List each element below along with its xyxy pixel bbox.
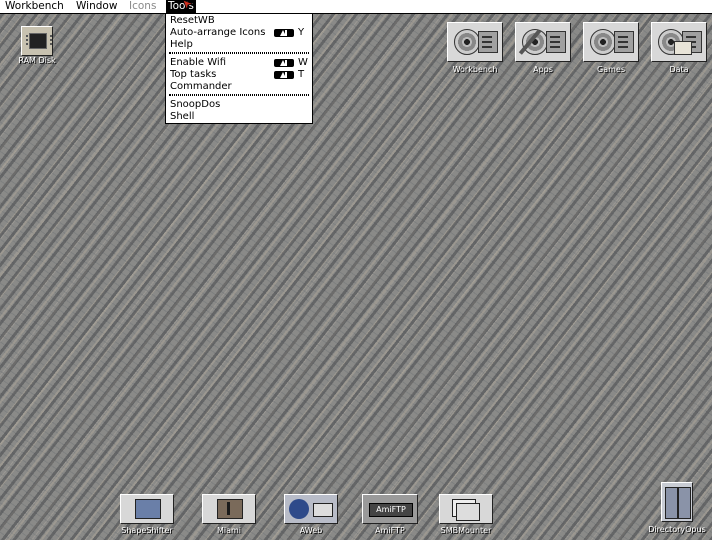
menu-item-top-tasks[interactable]: Top tasks [170,69,216,81]
menu-bar: Workbench Window Icons Tools [0,0,712,14]
harddisk-icon [583,22,639,62]
shortcut-t: T [298,69,305,80]
icon-label: Apps [533,65,553,74]
icon-label: Data [669,65,689,74]
directoryopus-icon [661,482,693,522]
desktop-icon-workbench[interactable]: Workbench [446,22,504,74]
menu-separator [169,52,309,54]
desktop-icon-smbmounter[interactable]: SMBMounter [436,494,496,535]
menu-item-help[interactable]: Help [170,39,193,51]
menu-item-enable-wifi[interactable]: Enable Wifi [170,57,226,69]
icon-label: AWeb [299,526,323,535]
tools-menu-dropdown: ResetWB Auto-arrange Icons Y Help Enable… [165,13,313,124]
icon-label: DirectoryOpus [648,525,706,534]
desktop-icon-apps[interactable]: Apps [514,22,572,74]
desktop-icon-aweb[interactable]: AWeb [282,494,340,535]
amiga-key-icon [274,29,294,37]
desktop-icon-games[interactable]: Games [582,22,640,74]
amiftp-badge: AmiFTP [369,503,413,517]
desktop-icon-miami[interactable]: Miami [200,494,258,535]
desktop-icon-ram-disk[interactable]: RAM Disk [16,26,58,65]
shortcut-y: Y [298,27,305,38]
amiga-key-icon [274,59,294,67]
icon-label: AmiFTP [375,526,405,535]
ram-disk-icon [21,26,53,56]
menu-item-shell[interactable]: Shell [170,111,194,123]
menu-separator [169,94,309,96]
shapeshifter-icon [120,494,174,524]
shortcut-w: W [298,57,308,68]
menu-item-snoopdos[interactable]: SnoopDos [170,99,220,111]
menu-icons[interactable]: Icons [127,0,158,13]
icon-label: Workbench [452,65,498,74]
icon-label: Miami [216,526,242,535]
miami-icon [202,494,256,524]
menu-workbench[interactable]: Workbench [3,0,66,13]
desktop-icon-data[interactable]: Data [650,22,708,74]
menu-item-commander[interactable]: Commander [170,81,232,93]
mouse-pointer-icon [183,0,194,11]
desktop-icon-amiftp[interactable]: AmiFTP AmiFTP [360,494,420,535]
amiftp-icon: AmiFTP [362,494,418,524]
desktop-icon-shapeshifter[interactable]: ShapeShifter [118,494,176,535]
menu-item-resetwb[interactable]: ResetWB [170,15,215,27]
menu-item-auto-arrange-icons[interactable]: Auto-arrange Icons [170,27,265,39]
icon-label: ShapeShifter [121,526,173,535]
desktop-icon-directoryopus[interactable]: DirectoryOpus [646,482,708,534]
harddisk-folder-icon [651,22,707,62]
icon-label: SMBMounter [440,526,492,535]
icon-label: Games [597,65,625,74]
amiga-key-icon [274,71,294,79]
harddisk-icon [447,22,503,62]
aweb-icon [284,494,338,524]
menu-window[interactable]: Window [74,0,119,13]
harddisk-tools-icon [515,22,571,62]
icon-label: RAM Disk [18,56,56,65]
smbmounter-icon [439,494,493,524]
